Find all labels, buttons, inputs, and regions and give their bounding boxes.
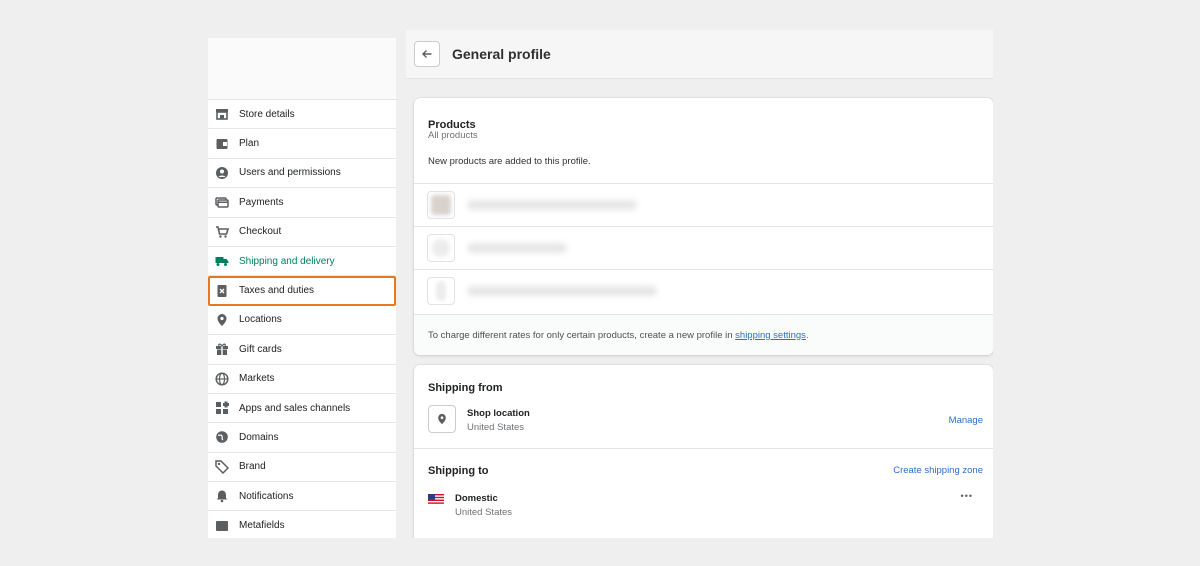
manage-link[interactable]: Manage (949, 415, 983, 426)
globe-icon (215, 372, 229, 386)
domain-icon (215, 430, 229, 444)
shop-location-country: United States (467, 422, 525, 433)
gift-icon (215, 342, 229, 356)
sidebar-item-payments[interactable]: Payments (208, 188, 396, 218)
location-pin-icon (438, 413, 446, 425)
sidebar-item-gift-cards[interactable]: Gift cards (208, 335, 396, 365)
brand-icon (215, 460, 229, 474)
sidebar-item-label: Payments (239, 196, 284, 208)
shop-location-name: Shop location (467, 408, 530, 419)
zone-country: United States (455, 507, 513, 518)
create-shipping-zone-link[interactable]: Create shipping zone (893, 465, 983, 476)
product-row[interactable] (414, 183, 993, 226)
products-subtitle: All products (428, 130, 478, 141)
sidebar-item-metafields[interactable]: Metafields (208, 511, 396, 538)
sidebar-item-label: Brand (239, 461, 266, 473)
us-flag-icon (428, 492, 444, 510)
sidebar-item-label: Markets (239, 373, 275, 385)
store-icon (215, 107, 229, 121)
page-header: General profile (406, 30, 993, 79)
product-name-blurred (467, 200, 637, 210)
payments-icon (215, 195, 229, 209)
shipping-card: Shipping from Shop location United State… (414, 365, 993, 538)
sidebar-item-label: Metafields (239, 520, 285, 532)
settings-sidebar: Store details Plan Users and permissions… (208, 38, 396, 538)
tax-icon (215, 284, 229, 298)
truck-icon (215, 254, 229, 268)
location-icon (215, 313, 229, 327)
products-card: Products All products New products are a… (414, 98, 993, 355)
page-title: General profile (452, 46, 551, 62)
divider (414, 448, 993, 449)
shipping-from-title: Shipping from (428, 382, 503, 394)
plan-icon (215, 137, 229, 151)
back-button[interactable] (414, 41, 440, 67)
product-name-blurred (467, 286, 657, 296)
sidebar-item-checkout[interactable]: Checkout (208, 217, 396, 247)
sidebar-item-store-details[interactable]: Store details (208, 100, 396, 130)
zone-name: Domestic (455, 493, 498, 504)
user-icon (215, 166, 229, 180)
sidebar-item-label: Domains (239, 431, 279, 443)
product-thumbnail (427, 277, 455, 305)
product-name-blurred (467, 243, 567, 253)
sidebar-item-label: Taxes and duties (239, 285, 315, 297)
sidebar-item-label: Plan (239, 138, 260, 150)
products-footer-note: To charge different rates for only certa… (414, 314, 993, 355)
sidebar-item-label: Gift cards (239, 343, 282, 355)
sidebar-item-locations[interactable]: Locations (208, 305, 396, 336)
sidebar-item-label: Shipping and delivery (239, 255, 335, 267)
sidebar-item-label: Apps and sales channels (239, 402, 351, 414)
bell-icon (215, 489, 229, 503)
sidebar-item-notifications[interactable]: Notifications (208, 482, 396, 512)
arrow-left-icon (422, 50, 432, 58)
sidebar-item-label: Notifications (239, 490, 294, 502)
product-thumbnail (427, 234, 455, 262)
apps-icon (215, 401, 229, 415)
sidebar-item-label: Checkout (239, 226, 282, 238)
product-thumbnail (427, 191, 455, 219)
sidebar-item-label: Store details (239, 108, 295, 120)
product-row[interactable] (414, 269, 993, 312)
sidebar-item-domains[interactable]: Domains (208, 423, 396, 453)
metafields-icon (215, 519, 229, 533)
sidebar-item-shipping-and-delivery[interactable]: Shipping and delivery (208, 246, 396, 277)
sidebar-item-brand[interactable]: Brand (208, 452, 396, 483)
sidebar-item-plan[interactable]: Plan (208, 129, 396, 159)
shipping-settings-link[interactable]: shipping settings (735, 330, 806, 341)
products-note: New products are added to this profile. (428, 156, 591, 167)
more-actions-button[interactable]: ••• (961, 491, 973, 501)
sidebar-item-taxes-and-duties[interactable]: Taxes and duties (208, 276, 396, 306)
sidebar-item-label: Users and permissions (239, 167, 341, 179)
sidebar-header (208, 38, 396, 100)
shipping-to-title: Shipping to (428, 465, 489, 477)
cart-icon (215, 225, 229, 239)
sidebar-item-users-and-permissions[interactable]: Users and permissions (208, 158, 396, 189)
sidebar-item-label: Locations (239, 314, 282, 326)
shop-location-icon-box (428, 405, 456, 433)
sidebar-item-apps-and-sales-channels[interactable]: Apps and sales channels (208, 393, 396, 424)
product-row[interactable] (414, 226, 993, 269)
main-content: General profile Products All products Ne… (406, 30, 993, 538)
sidebar-item-markets[interactable]: Markets (208, 364, 396, 394)
